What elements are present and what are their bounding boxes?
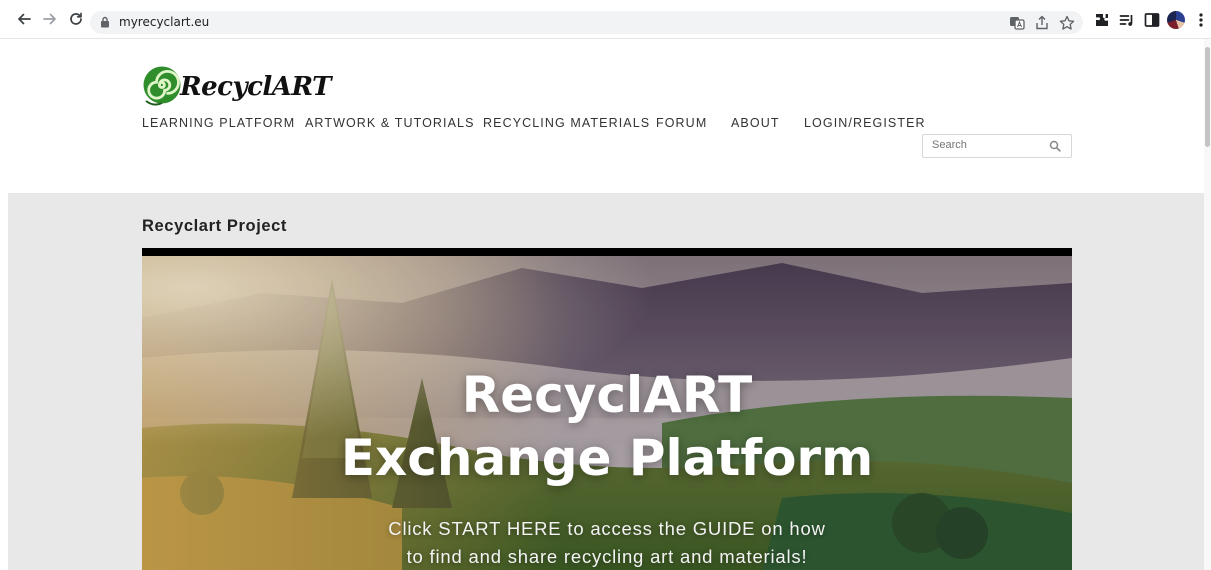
share-icon[interactable] (1033, 14, 1051, 32)
nav-about[interactable]: ABOUT (731, 116, 780, 130)
search-placeholder: Search (932, 139, 967, 151)
nav-learning-platform[interactable]: LEARNING PLATFORM (142, 116, 295, 130)
reload-icon[interactable] (66, 9, 86, 29)
nav-artwork-tutorials[interactable]: ARTWORK & TUTORIALS (305, 116, 475, 130)
scrollbar-thumb[interactable] (1205, 47, 1210, 147)
logo-swirl-icon[interactable] (142, 63, 182, 107)
page-title: Recyclart Project (142, 217, 288, 235)
url-text[interactable]: myrecyclart.eu (119, 15, 209, 29)
nav-login-register[interactable]: LOGIN/REGISTER (804, 116, 926, 130)
hero-title-line1: RecyclART (461, 366, 753, 424)
kebab-menu-icon[interactable] (1192, 11, 1210, 29)
forward-icon[interactable] (40, 9, 60, 29)
search-icon[interactable] (1049, 140, 1061, 152)
translate-icon[interactable] (1008, 14, 1026, 32)
back-icon[interactable] (14, 9, 34, 29)
side-panel-icon[interactable] (1143, 11, 1161, 29)
avatar[interactable] (1167, 11, 1185, 29)
lock-icon[interactable] (100, 16, 110, 28)
search-input[interactable]: Search (922, 134, 1072, 158)
page-scrollbar[interactable] (1204, 39, 1211, 570)
address-bar[interactable]: myrecyclart.eu (90, 11, 1083, 34)
hero-title-line2: Exchange Platform (340, 429, 874, 487)
extensions-icon[interactable] (1093, 11, 1111, 29)
star-icon[interactable] (1058, 14, 1076, 32)
nav-recycling-materials[interactable]: RECYCLING MATERIALS (483, 116, 650, 130)
hero-subtitle-line1: Click START HERE to access the GUIDE on … (388, 518, 826, 539)
nav-forum[interactable]: FORUM (656, 116, 707, 130)
hero-subtitle-line2: to find and share recycling art and mate… (406, 546, 808, 567)
browser-toolbar: myrecyclart.eu (0, 0, 1211, 39)
hero-banner[interactable]: RecyclART Exchange Platform Click START … (142, 248, 1072, 570)
logo-text[interactable]: RecyclART (180, 72, 331, 102)
reading-list-icon[interactable] (1118, 11, 1136, 29)
